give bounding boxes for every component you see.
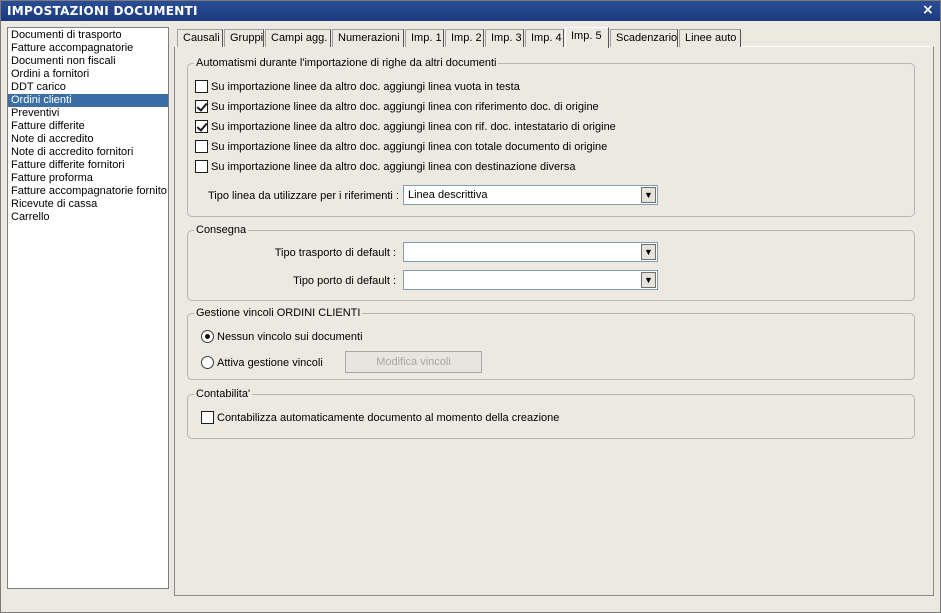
- tab-panel-imp5: Automatismi durante l'importazione di ri…: [174, 46, 934, 596]
- document-type-list[interactable]: Documenti di trasporto Fatture accompagna…: [7, 27, 169, 589]
- list-item[interactable]: Ricevute di cassa: [8, 198, 168, 211]
- import-option-label: Su importazione linee da altro doc. aggi…: [211, 121, 616, 133]
- list-item[interactable]: Note di accredito: [8, 133, 168, 146]
- chevron-down-icon[interactable]: ▼: [641, 187, 656, 203]
- transport-label: Tipo trasporto di default :: [274, 247, 396, 259]
- tab-campi-agg[interactable]: Campi agg.: [265, 29, 331, 47]
- radio-indicator[interactable]: [201, 355, 214, 369]
- checkbox-indicator[interactable]: [195, 139, 208, 153]
- tab-numerazioni[interactable]: Numerazioni: [332, 29, 404, 47]
- import-option-checkbox[interactable]: Su importazione linee da altro doc. aggi…: [195, 139, 607, 155]
- ref-type-value: Linea descrittiva: [408, 189, 488, 201]
- import-option-label: Su importazione linee da altro doc. aggi…: [211, 101, 599, 113]
- radio-activate-constraints-label: Attiva gestione vincoli: [217, 357, 323, 369]
- list-item[interactable]: Documenti di trasporto: [8, 29, 168, 42]
- radio-activate-constraints[interactable]: Attiva gestione vincoli: [201, 355, 323, 371]
- list-item[interactable]: Fatture proforma: [8, 172, 168, 185]
- list-item[interactable]: Preventivi: [8, 107, 168, 120]
- porto-label: Tipo porto di default :: [293, 275, 396, 287]
- window-title: IMPOSTAZIONI DOCUMENTI: [7, 4, 198, 18]
- checkbox-indicator[interactable]: [195, 99, 208, 113]
- import-group-legend: Automatismi durante l'importazione di ri…: [194, 57, 499, 70]
- checkbox-indicator[interactable]: [195, 159, 208, 173]
- consegna-group: Consegna Tipo trasporto di default : ▼ T…: [187, 224, 915, 301]
- transport-select[interactable]: ▼: [403, 242, 658, 262]
- consegna-group-legend: Consegna: [194, 224, 249, 237]
- vincoli-group-legend: Gestione vincoli ORDINI CLIENTI: [194, 307, 363, 320]
- list-item[interactable]: DDT carico: [8, 81, 168, 94]
- list-item[interactable]: Fatture differite: [8, 120, 168, 133]
- title-bar[interactable]: IMPOSTAZIONI DOCUMENTI ×: [1, 1, 940, 21]
- list-item[interactable]: Note di accredito fornitori: [8, 146, 168, 159]
- tab-causali[interactable]: Causali: [177, 29, 223, 47]
- list-item[interactable]: Fatture accompagnatorie fornito: [8, 185, 168, 198]
- ref-type-label: Tipo linea da utilizzare per i riferimen…: [208, 190, 399, 202]
- radio-no-constraints-label: Nessun vincolo sui documenti: [217, 331, 363, 343]
- list-item[interactable]: Ordini clienti: [8, 94, 168, 107]
- ref-type-select[interactable]: Linea descrittiva ▼: [403, 185, 658, 205]
- contabilita-group-legend: Contabilita': [194, 388, 253, 401]
- auto-accounting-checkbox[interactable]: Contabilizza automaticamente documento a…: [201, 410, 559, 426]
- import-option-checkbox[interactable]: Su importazione linee da altro doc. aggi…: [195, 99, 599, 115]
- porto-select[interactable]: ▼: [403, 270, 658, 290]
- list-item[interactable]: Documenti non fiscali: [8, 55, 168, 68]
- tab-imp-4[interactable]: Imp. 4: [525, 29, 564, 47]
- tab-imp-1[interactable]: Imp. 1: [405, 29, 444, 47]
- import-option-checkbox[interactable]: Su importazione linee da altro doc. aggi…: [195, 159, 575, 175]
- list-item[interactable]: Fatture differite fornitori: [8, 159, 168, 172]
- vincoli-group: Gestione vincoli ORDINI CLIENTI Nessun v…: [187, 307, 915, 380]
- checkbox-indicator[interactable]: [201, 410, 214, 424]
- import-option-label: Su importazione linee da altro doc. aggi…: [211, 141, 608, 153]
- settings-window: IMPOSTAZIONI DOCUMENTI × Documenti di tr…: [0, 0, 941, 613]
- tab-scadenzario[interactable]: Scadenzario: [610, 29, 678, 47]
- tab-imp-5[interactable]: Imp. 5: [565, 27, 609, 48]
- close-icon[interactable]: ×: [921, 3, 935, 17]
- tab-gruppi[interactable]: Gruppi: [224, 29, 264, 47]
- list-item[interactable]: Carrello: [8, 211, 168, 224]
- import-option-label: Su importazione linee da altro doc. aggi…: [211, 81, 520, 93]
- checkbox-indicator[interactable]: [195, 79, 208, 93]
- list-item[interactable]: Ordini a fornitori: [8, 68, 168, 81]
- tab-imp-3[interactable]: Imp. 3: [485, 29, 524, 47]
- checkbox-indicator[interactable]: [195, 119, 208, 133]
- modify-constraints-button[interactable]: Modifica vincoli: [345, 351, 482, 373]
- import-option-checkbox[interactable]: Su importazione linee da altro doc. aggi…: [195, 119, 616, 135]
- chevron-down-icon[interactable]: ▼: [641, 244, 656, 260]
- chevron-down-icon[interactable]: ▼: [641, 272, 656, 288]
- tab-imp-2[interactable]: Imp. 2: [445, 29, 484, 47]
- radio-indicator[interactable]: [201, 329, 214, 343]
- tab-linee-auto[interactable]: Linee auto: [679, 29, 741, 47]
- radio-no-constraints[interactable]: Nessun vincolo sui documenti: [201, 329, 363, 345]
- list-item[interactable]: Fatture accompagnatorie: [8, 42, 168, 55]
- import-automation-group: Automatismi durante l'importazione di ri…: [187, 57, 915, 217]
- import-option-label: Su importazione linee da altro doc. aggi…: [211, 161, 576, 173]
- contabilita-group: Contabilita' Contabilizza automaticament…: [187, 388, 915, 439]
- import-option-checkbox[interactable]: Su importazione linee da altro doc. aggi…: [195, 79, 520, 95]
- auto-accounting-label: Contabilizza automaticamente documento a…: [217, 412, 560, 424]
